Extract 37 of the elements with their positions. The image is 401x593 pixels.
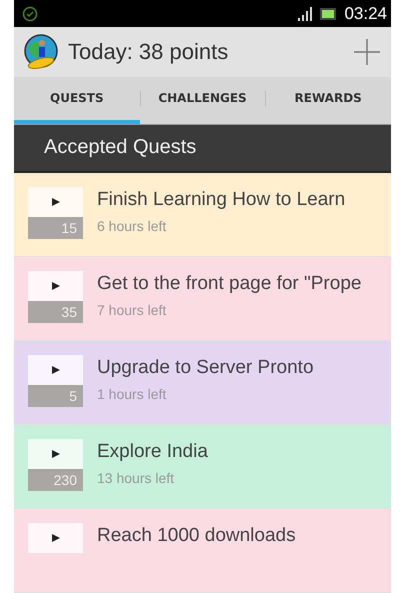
time-left: 1 hours left bbox=[97, 386, 168, 402]
play-button[interactable] bbox=[28, 439, 83, 470]
signal-icon bbox=[298, 6, 312, 21]
play-button[interactable] bbox=[28, 355, 83, 386]
play-button[interactable] bbox=[28, 271, 83, 302]
app-title: Today: 38 points bbox=[68, 39, 230, 66]
tab[interactable]: CHALLENGES bbox=[140, 76, 266, 124]
time-left: 13 hours left bbox=[97, 470, 176, 486]
points-badge: 230 bbox=[28, 469, 83, 492]
battery-icon bbox=[320, 8, 336, 20]
play-icon bbox=[52, 282, 60, 290]
time-left: 7 hours left bbox=[97, 302, 168, 318]
quest-title: Explore India bbox=[97, 441, 208, 464]
play-icon bbox=[52, 198, 60, 206]
points-badge: 35 bbox=[28, 301, 83, 324]
quest-title: Finish Learning How to Learn bbox=[97, 189, 346, 212]
play-button[interactable] bbox=[28, 187, 83, 218]
points-badge: 5 bbox=[28, 385, 83, 408]
quest-row[interactable]: 35 Get to the front page for "Prope 7 hours left bbox=[14, 257, 391, 342]
quest-row[interactable]: 5 Upgrade to Server Pronto 1 hours left bbox=[14, 341, 391, 426]
play-button[interactable] bbox=[28, 523, 83, 554]
quest-row[interactable]: 15 Finish Learning How to Learn 6 hours left bbox=[14, 173, 391, 258]
section-title: Accepted Quests bbox=[44, 136, 196, 160]
play-icon bbox=[52, 366, 60, 374]
app-logo-icon bbox=[22, 33, 60, 72]
tab[interactable]: REWARDS bbox=[265, 76, 391, 124]
time-left: 6 hours left bbox=[97, 218, 168, 234]
status-time: 03:24 bbox=[344, 4, 387, 24]
quest-title: Upgrade to Server Pronto bbox=[97, 357, 314, 380]
quest-row[interactable]: Reach 1000 downloads bbox=[14, 509, 391, 593]
play-icon bbox=[52, 450, 60, 458]
points-badge: 15 bbox=[28, 217, 83, 240]
check-icon bbox=[22, 6, 38, 22]
quest-title: Reach 1000 downloads bbox=[97, 525, 296, 548]
quest-row[interactable]: 230 Explore India 13 hours left bbox=[14, 425, 391, 510]
play-icon bbox=[52, 534, 60, 542]
quest-title: Get to the front page for "Prope bbox=[97, 273, 362, 296]
